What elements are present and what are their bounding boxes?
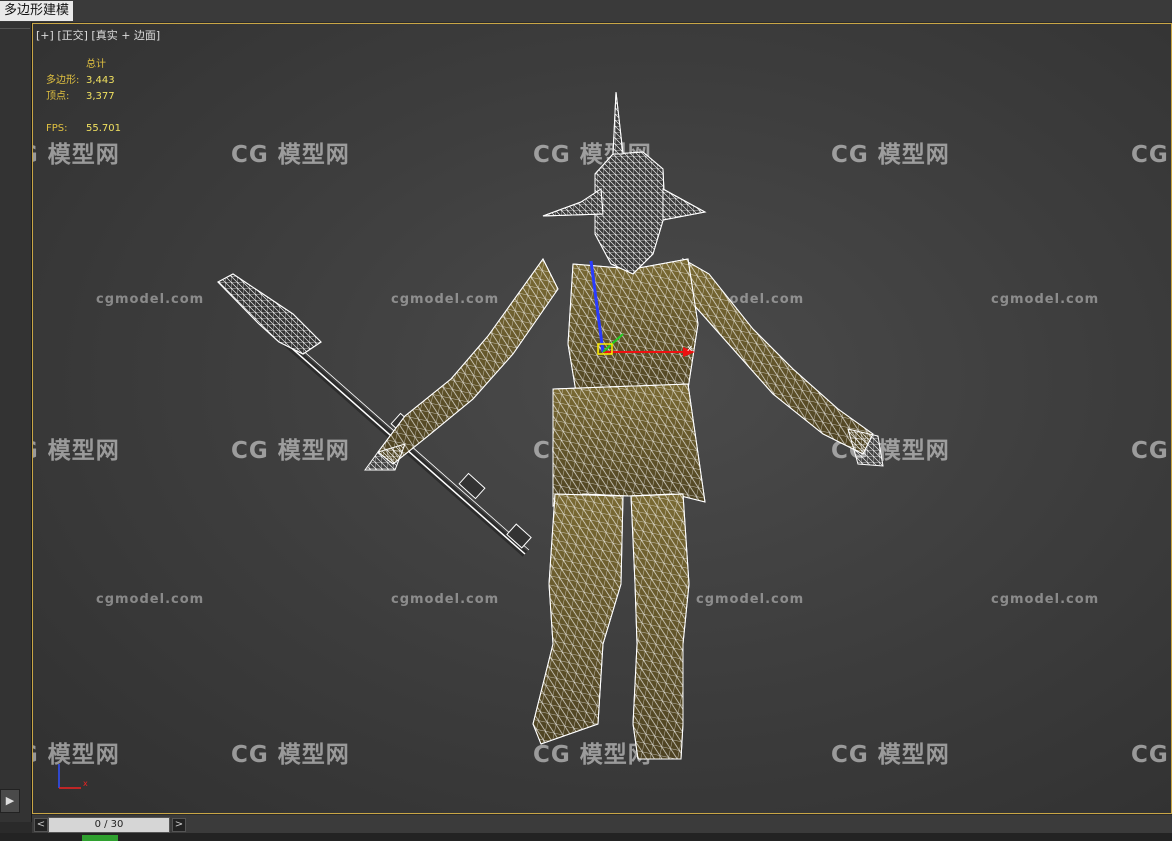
time-prev-button[interactable]: < xyxy=(34,818,48,832)
spear-weapon xyxy=(217,273,532,557)
front-viewport[interactable]: CG 模型网 CG 模型网 CG 模型网 CG 模型网 CG 模型网 cgmod… xyxy=(32,23,1172,814)
stats-verts-label: 顶点: xyxy=(46,91,70,102)
time-slider-bar: < 0 / 30 > xyxy=(32,815,1172,833)
character-wireframe-model[interactable]: x x xyxy=(33,24,1171,813)
stats-header: 总计 xyxy=(86,59,106,70)
gizmo-axis-label: x xyxy=(687,344,693,354)
time-next-button[interactable]: > xyxy=(172,818,186,832)
ribbon-tab-polygon-modeling[interactable]: 多边形建模 xyxy=(0,1,74,21)
time-frame-readout: 0 / 30 xyxy=(94,819,124,830)
track-bar xyxy=(0,833,1172,841)
left-command-panel: ▶ xyxy=(0,22,32,822)
viewport-statistics: 总计 多边形: 3,443 顶点: 3,377 FPS: 55.701 xyxy=(46,57,121,137)
stats-verts-value: 3,377 xyxy=(86,91,115,102)
viewport-menu-plus[interactable]: [+] xyxy=(36,29,54,42)
time-slider[interactable]: 0 / 30 xyxy=(48,817,170,833)
viewport-label-bar: [+] [正交] [真实 + 边面] xyxy=(36,27,160,43)
stats-polys-value: 3,443 xyxy=(86,75,115,86)
play-icon[interactable]: ▶ xyxy=(0,789,20,813)
stats-polys-label: 多边形: xyxy=(46,75,80,86)
title-bar: 多边形建模 xyxy=(0,0,1172,22)
stats-fps-label: FPS: xyxy=(46,123,68,134)
viewport-view-label[interactable]: [正交] xyxy=(57,29,88,42)
track-key-indicator xyxy=(82,835,118,841)
body-mesh xyxy=(364,91,884,760)
axis-tripod-label: x xyxy=(83,779,88,788)
axis-tripod-icon: x xyxy=(58,764,88,789)
panel-divider xyxy=(0,28,30,29)
viewport-shading-label[interactable]: [真实 + 边面] xyxy=(91,29,160,42)
stats-fps-value: 55.701 xyxy=(86,123,121,134)
